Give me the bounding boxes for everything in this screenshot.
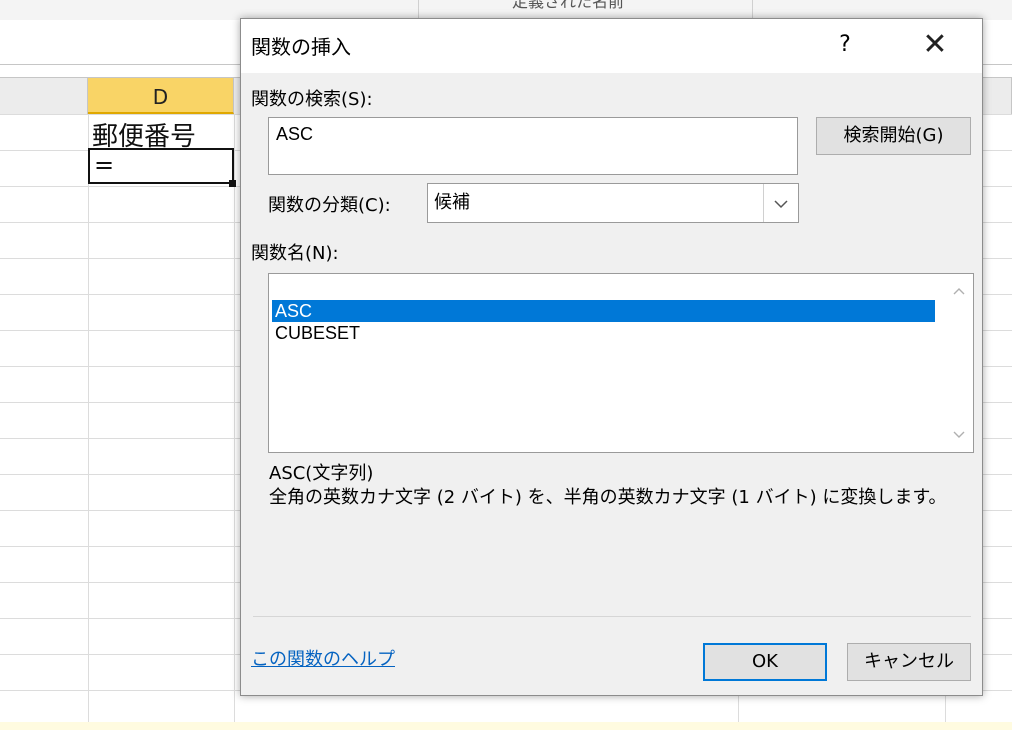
function-list-scrollbar[interactable] bbox=[945, 274, 973, 452]
category-label: 関数の分類(C): bbox=[268, 195, 391, 216]
function-description: 全角の英数カナ文字 (2 バイト) を、半角の英数カナ文字 (1 バイト) に変… bbox=[269, 487, 947, 508]
sheet-bottom-strip bbox=[0, 722, 1012, 730]
function-help-link[interactable]: この関数のヘルプ bbox=[251, 645, 395, 671]
function-name-label: 関数名(N): bbox=[251, 243, 339, 264]
column-header-c[interactable] bbox=[0, 78, 88, 114]
chevron-up-icon[interactable] bbox=[945, 278, 973, 304]
category-select[interactable]: 候補 bbox=[427, 183, 799, 223]
chevron-down-icon[interactable] bbox=[763, 184, 798, 222]
list-item-asc[interactable]: ASC bbox=[272, 300, 935, 322]
ribbon-separator bbox=[418, 0, 419, 20]
grid-column-line bbox=[234, 114, 235, 730]
dialog-divider bbox=[253, 616, 971, 617]
close-icon[interactable]: ✕ bbox=[913, 25, 957, 65]
dialog-title: 関数の挿入 bbox=[251, 35, 351, 59]
active-cell-value: = bbox=[94, 151, 115, 179]
fill-handle[interactable] bbox=[229, 180, 236, 187]
ok-button[interactable]: OK bbox=[703, 643, 827, 681]
chevron-down-icon[interactable] bbox=[945, 422, 973, 448]
dialog-title-bar[interactable]: 関数の挿入 ? ✕ bbox=[241, 19, 982, 73]
ribbon-separator bbox=[752, 0, 753, 20]
search-button[interactable]: 検索開始(G) bbox=[816, 117, 971, 155]
function-syntax: ASC(文字列) bbox=[269, 463, 374, 484]
insert-function-dialog: 関数の挿入 ? ✕ 関数の検索(S): ASC 検索開始(G) 関数の分類(C)… bbox=[240, 18, 983, 696]
category-value: 候補 bbox=[434, 192, 470, 213]
search-label: 関数の検索(S): bbox=[251, 89, 373, 110]
grid-column-line bbox=[88, 114, 89, 730]
cancel-button[interactable]: キャンセル bbox=[847, 643, 971, 681]
function-list[interactable]: ASC CUBESET bbox=[268, 273, 974, 453]
column-header-d[interactable]: D bbox=[88, 78, 234, 114]
list-item-cubeset[interactable]: CUBESET bbox=[272, 322, 935, 344]
ribbon-group-label: 定義された名前 bbox=[512, 0, 625, 11]
search-input[interactable]: ASC bbox=[268, 117, 798, 175]
help-button[interactable]: ? bbox=[825, 27, 865, 63]
excel-window: 定義された名前 D 郵便番号 = 関数の挿入 ? ✕ 関数の検索(S): ASC… bbox=[0, 0, 1012, 730]
